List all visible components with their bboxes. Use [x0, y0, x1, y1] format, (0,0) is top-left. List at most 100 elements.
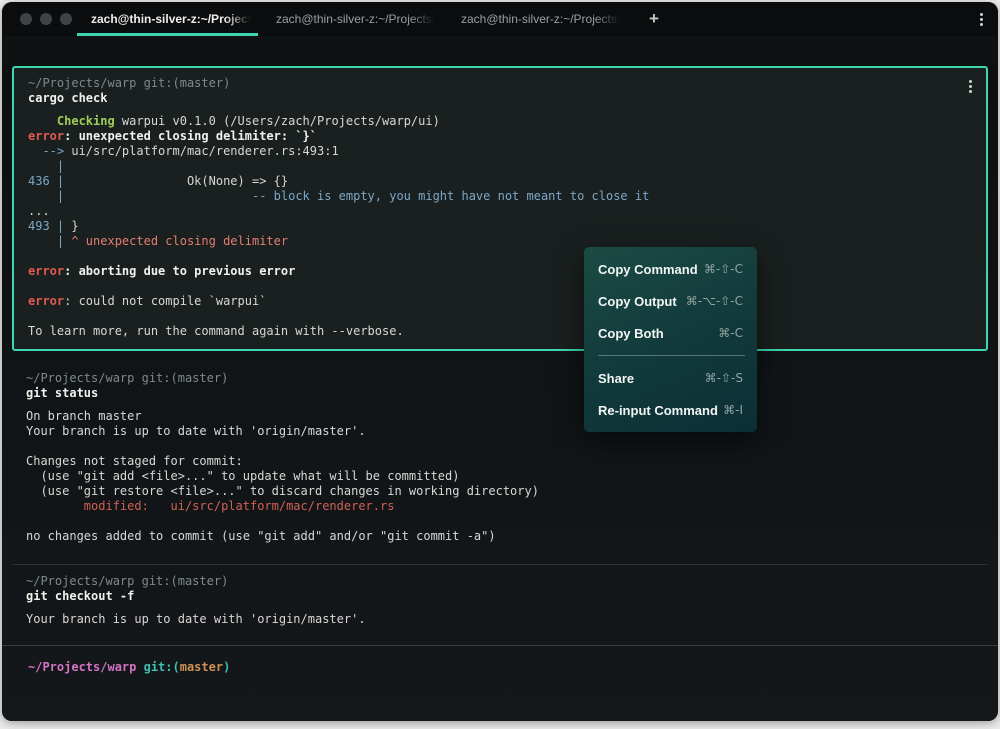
window-menu-icon[interactable]: [964, 2, 998, 36]
block-command: git checkout -f: [26, 589, 974, 604]
terminal-line: On branch master: [26, 409, 974, 424]
menu-item-re-input-command[interactable]: Re-input Command ⌘-I: [584, 394, 757, 426]
terminal-line: Checking warpui v0.1.0 (/Users/zach/Proj…: [28, 114, 972, 129]
terminal-line: Your branch is up to date with 'origin/m…: [26, 612, 974, 627]
tab-strip: zach@thin-silver-z:~/Projects/wzach@thin…: [77, 2, 632, 36]
terminal-text: : aborting due to previous error: [64, 264, 295, 278]
titlebar: zach@thin-silver-z:~/Projects/wzach@thin…: [2, 2, 998, 36]
menu-item-label: Copy Both: [598, 326, 664, 341]
terminal-text: Changes not staged for commit:: [26, 454, 243, 468]
terminal-text: [136, 660, 143, 674]
terminal-text: error: [28, 129, 64, 143]
dot-icon: [980, 18, 983, 21]
warp-terminal-window: zach@thin-silver-z:~/Projects/wzach@thin…: [2, 2, 998, 721]
terminal-text: -->: [28, 144, 71, 158]
terminal-text: [28, 114, 57, 128]
terminal-text: ui/src/platform/mac/renderer.rs:493:1: [71, 144, 338, 158]
terminal-line: | ^ unexpected closing delimiter: [28, 234, 972, 249]
zoom-button[interactable]: [60, 13, 72, 25]
close-button[interactable]: [20, 13, 32, 25]
tab-1[interactable]: zach@thin-silver-z:~/Projects/w: [77, 2, 262, 36]
traffic-lights: [2, 2, 77, 36]
terminal-text: ...: [28, 204, 50, 218]
terminal-line: error: could not compile `warpui`: [28, 294, 972, 309]
terminal-text: modified: ui/src/platform/mac/renderer.r…: [26, 499, 394, 513]
terminal-text: no changes added to commit (use "git add…: [26, 529, 496, 543]
terminal-line: 436 | Ok(None) => {}: [28, 174, 972, 189]
terminal-text: |: [28, 234, 71, 248]
desktop: { "window": { "new_tab_label": "+", "tab…: [0, 2, 1000, 729]
dot-icon: [969, 90, 972, 93]
terminal-line: [28, 309, 972, 324]
terminal-text: ): [223, 660, 230, 674]
block-prompt-path: ~/Projects/warp git:(master): [28, 76, 972, 91]
terminal-line: error: aborting due to previous error: [28, 264, 972, 279]
terminal-text: error: [28, 294, 64, 308]
terminal-line: [28, 279, 972, 294]
block-command: git status: [26, 386, 974, 401]
command-block-git-checkout[interactable]: ~/Projects/warp git:(master)git checkout…: [12, 564, 988, 637]
block-prompt-path: ~/Projects/warp git:(master): [26, 371, 974, 386]
menu-item-label: Copy Output: [598, 294, 677, 309]
terminal-text: On branch master: [26, 409, 142, 423]
tab-title: zach@thin-silver-z:~/Projects/wa: [461, 12, 624, 26]
tab-3[interactable]: zach@thin-silver-z:~/Projects/wa: [447, 2, 632, 36]
prompt-area[interactable]: ~/Projects/warp git:(master): [2, 645, 998, 689]
command-block-git-status[interactable]: ~/Projects/warp git:(master)git status On…: [12, 363, 988, 554]
block-context-menu: Copy Command⌘-⇧-CCopy Output⌘-⌥-⇧-CCopy …: [584, 247, 757, 432]
menu-item-label: Copy Command: [598, 262, 698, 277]
terminal-line: To learn more, run the command again wit…: [28, 324, 972, 339]
terminal-content: ~/Projects/warp git:(master)cargo check …: [2, 66, 998, 721]
menu-divider: [598, 355, 745, 356]
shell-prompt[interactable]: ~/Projects/warp git:(master): [28, 660, 972, 675]
menu-item-label: Re-input Command: [598, 403, 718, 418]
terminal-line: [26, 439, 974, 454]
terminal-line: (use "git add <file>..." to update what …: [26, 469, 974, 484]
terminal-text: : could not compile `warpui`: [64, 294, 266, 308]
terminal-text: error: [28, 264, 64, 278]
menu-item-shortcut: ⌘-⇧-S: [705, 371, 743, 385]
terminal-line: error: unexpected closing delimiter: `}`: [28, 129, 972, 144]
menu-item-shortcut: ⌘-⇧-C: [704, 262, 743, 276]
terminal-line: Changes not staged for commit:: [26, 454, 974, 469]
blocks-container: ~/Projects/warp git:(master)cargo check …: [2, 66, 998, 637]
terminal-text: master: [180, 660, 223, 674]
terminal-text: ~/Projects/warp: [28, 660, 136, 674]
terminal-line: modified: ui/src/platform/mac/renderer.r…: [26, 499, 974, 514]
new-tab-button[interactable]: +: [632, 2, 676, 36]
dot-icon: [969, 80, 972, 83]
terminal-text: warpui v0.1.0 (/Users/zach/Projects/warp…: [115, 114, 440, 128]
terminal-line: (use "git restore <file>..." to discard …: [26, 484, 974, 499]
menu-item-share[interactable]: Share⌘-⇧-S: [584, 362, 757, 394]
terminal-text: Checking: [57, 114, 115, 128]
menu-item-copy-both[interactable]: Copy Both⌘-C: [584, 317, 757, 349]
terminal-line: [28, 249, 972, 264]
terminal-text: ^ unexpected closing delimiter: [71, 234, 288, 248]
block-command: cargo check: [28, 91, 972, 106]
menu-item-shortcut: ⌘-I: [723, 403, 743, 417]
terminal-line: ...: [28, 204, 972, 219]
terminal-text: git:(: [144, 660, 180, 674]
minimize-button[interactable]: [40, 13, 52, 25]
menu-item-copy-output[interactable]: Copy Output⌘-⌥-⇧-C: [584, 285, 757, 317]
terminal-text: |: [28, 189, 64, 203]
command-block-cargo-check[interactable]: ~/Projects/warp git:(master)cargo check …: [12, 66, 988, 351]
menu-item-copy-command[interactable]: Copy Command ⌘-⇧-C: [584, 253, 757, 285]
terminal-text: |: [28, 159, 64, 173]
tab-2[interactable]: zach@thin-silver-z:~/Projects/wa: [262, 2, 447, 36]
block-menu-icon[interactable]: [969, 80, 972, 93]
dot-icon: [980, 13, 983, 16]
terminal-text: (use "git restore <file>..." to discard …: [26, 484, 539, 498]
terminal-text: }: [64, 219, 78, 233]
terminal-text: (use "git add <file>..." to update what …: [26, 469, 459, 483]
dot-icon: [969, 85, 972, 88]
terminal-text: Ok(None) => {}: [64, 174, 288, 188]
terminal-line: Your branch is up to date with 'origin/m…: [26, 424, 974, 439]
terminal-text: Your branch is up to date with 'origin/m…: [26, 612, 366, 626]
terminal-text: : unexpected closing delimiter: `}`: [64, 129, 317, 143]
terminal-text: -- block is empty, you might have not me…: [64, 189, 649, 203]
terminal-line: |: [28, 159, 972, 174]
terminal-text: 436 |: [28, 174, 64, 188]
block-prompt-path: ~/Projects/warp git:(master): [26, 574, 974, 589]
terminal-line: no changes added to commit (use "git add…: [26, 529, 974, 544]
